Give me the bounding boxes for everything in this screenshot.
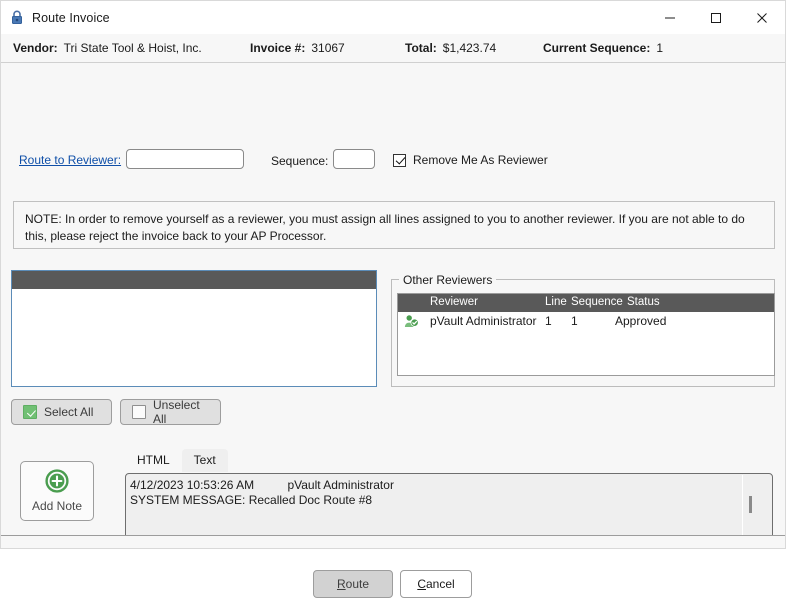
invoice-number-value: 31067 [311, 41, 345, 55]
select-all-label: Select All [44, 405, 94, 419]
maximize-button[interactable] [693, 1, 739, 34]
tab-text[interactable]: Text [181, 449, 228, 472]
close-icon [757, 12, 767, 23]
status-bar [1, 535, 785, 548]
cancel-button-accel: C [417, 577, 426, 591]
column-header-status[interactable]: Status [627, 296, 660, 308]
column-header-line[interactable]: Line [545, 296, 567, 308]
note-format-tabs: HTML Text [125, 449, 228, 472]
cancel-button-suffix: ancel [425, 577, 455, 591]
other-reviewers-header-row: Reviewer Line Sequence Status [398, 294, 774, 312]
unselect-all-button[interactable]: Unselect All [120, 398, 221, 426]
current-sequence-value: 1 [656, 41, 664, 55]
remove-me-as-reviewer-label: Remove Me As Reviewer [413, 153, 548, 167]
close-button[interactable] [739, 1, 785, 34]
note-line-timestamp: 4/12/2023 10:53:26 AM pVault Administrat… [130, 478, 394, 492]
cancel-button[interactable]: Cancel [400, 570, 472, 598]
invoice-number-field: Invoice #: 31067 [250, 41, 345, 55]
other-reviewers-group-title: Other Reviewers [399, 273, 497, 287]
instruction-note-banner: NOTE: In order to remove yourself as a r… [13, 201, 775, 249]
checkbox-check-icon [393, 153, 406, 167]
note-scrollbar-grip[interactable] [749, 496, 752, 513]
title-bar-left: Route Invoice [1, 9, 110, 26]
tab-html[interactable]: HTML [125, 449, 182, 472]
window-controls [647, 1, 785, 34]
vendor-label: Vendor: [13, 41, 58, 55]
cell-sequence: 1 [571, 314, 578, 328]
remove-me-as-reviewer-checkbox[interactable]: Remove Me As Reviewer [393, 153, 548, 167]
current-sequence-field: Current Sequence: 1 [543, 41, 663, 55]
other-reviewers-grid[interactable]: Reviewer Line Sequence Status pVault Adm… [397, 293, 775, 376]
route-to-reviewer-link[interactable]: Route to Reviewer: [19, 153, 121, 167]
minimize-icon [665, 17, 675, 18]
cell-status: Approved [615, 314, 667, 328]
route-button-accel: R [336, 577, 346, 591]
invoice-lines-grid-header [12, 271, 376, 289]
total-value: $1,423.74 [442, 41, 497, 55]
column-header-reviewer[interactable]: Reviewer [430, 296, 478, 308]
note-box-divider [742, 475, 743, 539]
route-button[interactable]: Route [313, 570, 393, 598]
total-label: Total: [405, 41, 437, 55]
empty-box-icon [132, 405, 146, 419]
minimize-button[interactable] [647, 1, 693, 34]
vendor-field: Vendor: Tri State Tool & Hoist, Inc. [13, 41, 202, 55]
invoice-info-bar: Vendor: Tri State Tool & Hoist, Inc. Invo… [1, 34, 785, 63]
maximize-icon [711, 12, 721, 23]
add-note-button[interactable]: Add Note [20, 461, 94, 521]
sequence-label: Sequence: [271, 154, 329, 168]
window-title: Route Invoice [32, 10, 110, 25]
current-sequence-label: Current Sequence: [543, 41, 651, 55]
note-line-message: SYSTEM MESSAGE: Recalled Doc Route #8 [130, 493, 373, 507]
invoice-lines-grid[interactable] [11, 270, 377, 387]
reviewer-approved-icon [404, 314, 419, 331]
route-button-suffix: oute [345, 577, 370, 591]
dialog-body: Route to Reviewer: Sequence: Remove Me A… [1, 63, 785, 598]
route-button-label: Route [337, 577, 369, 591]
title-bar: Route Invoice [1, 1, 785, 34]
add-note-label: Add Note [31, 499, 83, 513]
total-field: Total: $1,423.74 [405, 41, 496, 55]
cell-reviewer: pVault Administrator [430, 314, 537, 328]
cancel-button-label: Cancel [417, 577, 454, 591]
note-history-box[interactable]: 4/12/2023 10:53:26 AM pVault Administrat… [125, 473, 773, 541]
sequence-input[interactable] [333, 149, 375, 169]
cell-line: 1 [545, 314, 552, 328]
column-header-sequence[interactable]: Sequence [571, 296, 623, 308]
route-invoice-dialog: Route Invoice Vendor: Tri State Tool & H… [0, 0, 786, 598]
checked-box-icon [23, 405, 37, 419]
route-to-reviewer-input[interactable] [126, 149, 244, 169]
plus-circle-icon [45, 469, 69, 496]
lock-icon [10, 9, 24, 26]
vendor-value: Tri State Tool & Hoist, Inc. [63, 41, 202, 55]
table-row[interactable]: pVault Administrator 1 1 Approved [398, 312, 774, 331]
select-all-button[interactable]: Select All [11, 399, 112, 425]
unselect-all-label: Unselect All [153, 398, 200, 426]
invoice-number-label: Invoice #: [250, 41, 306, 55]
